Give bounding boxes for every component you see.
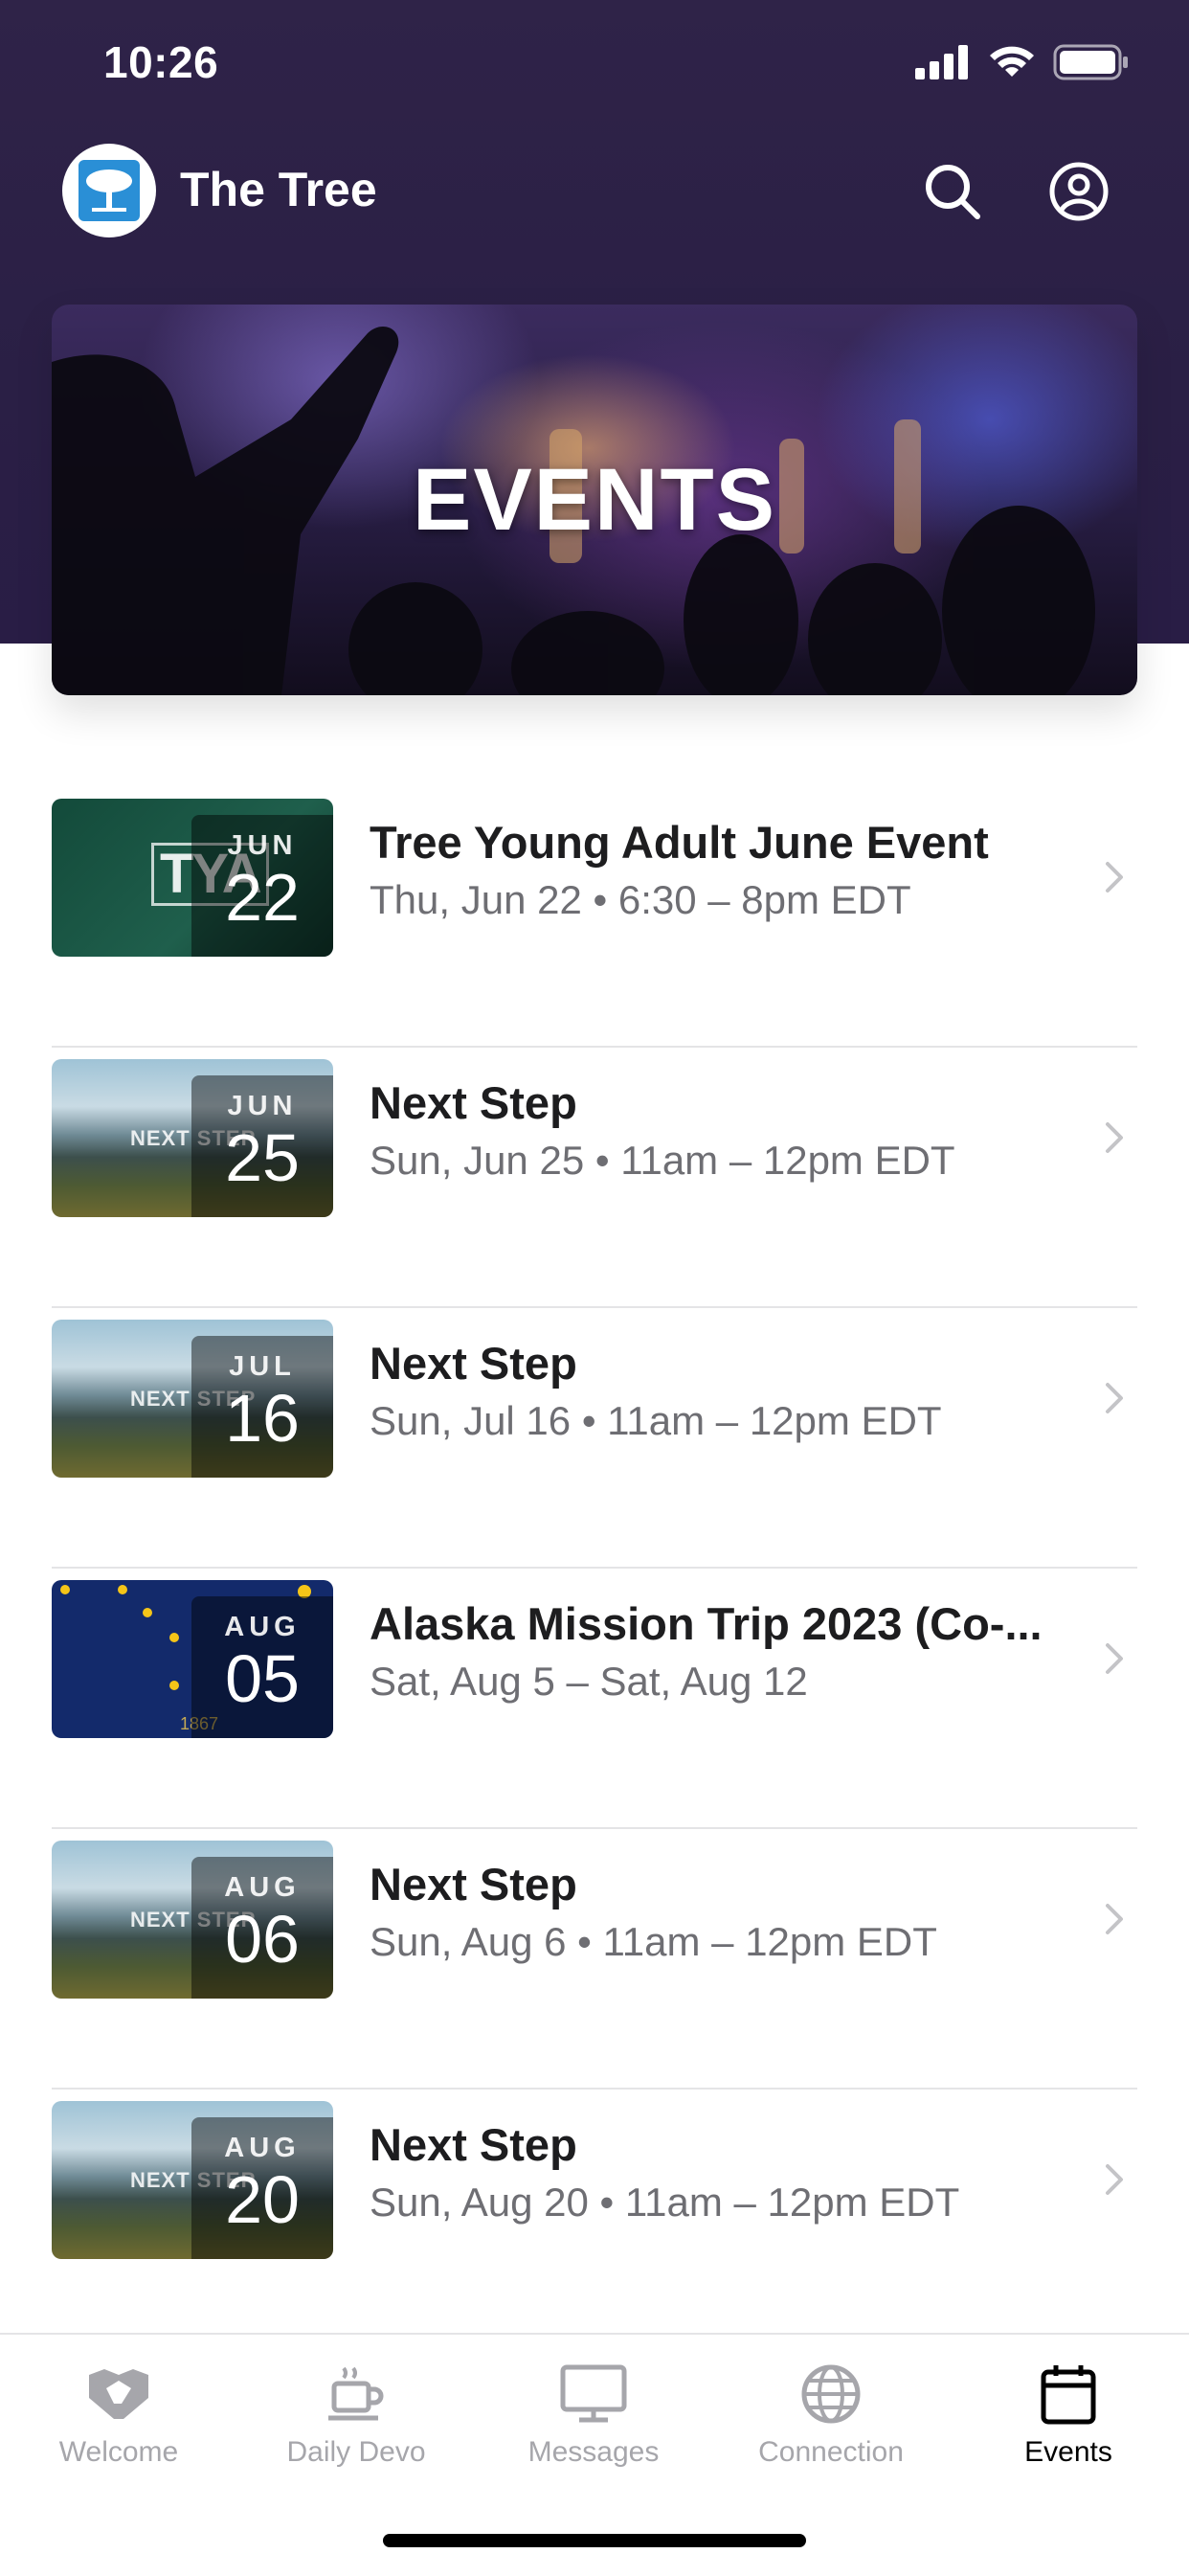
globe-icon — [801, 2364, 861, 2424]
event-thumbnail: TYA JUN 22 — [52, 799, 333, 957]
chevron-right-icon — [1106, 1904, 1123, 1934]
chevron-right-icon — [1106, 1643, 1123, 1674]
tab-label: Daily Devo — [286, 2436, 426, 2468]
event-thumbnail: NEXT STEP JUN 25 — [52, 1059, 333, 1217]
event-list: TYA JUN 22 Tree Young Adult June Event T… — [52, 787, 1137, 2350]
chevron-right-icon — [1106, 862, 1123, 893]
event-thumbnail: NEXT STEP AUG 20 — [52, 2101, 333, 2259]
event-day: 06 — [225, 1902, 300, 1977]
event-title: Next Step — [370, 1077, 577, 1128]
event-month: AUG — [224, 2133, 301, 2163]
chevron-right-icon — [1106, 2164, 1123, 2195]
event-thumbnail: NEXT STEP AUG 06 — [52, 1841, 333, 1999]
date-badge: AUG 05 — [191, 1596, 333, 1738]
wifi-icon — [990, 46, 1034, 77]
tab-label: Messages — [527, 2436, 660, 2468]
home-indicator — [383, 2534, 806, 2547]
tab-connection[interactable]: Connection — [712, 2356, 950, 2490]
status-time: 10:26 — [103, 37, 219, 87]
tab-label: Events — [1024, 2436, 1112, 2468]
cellular-signal-icon — [915, 45, 968, 79]
event-day: 25 — [225, 1120, 300, 1195]
profile-button[interactable] — [1045, 158, 1112, 225]
chevron-right-icon — [1106, 1383, 1123, 1413]
tab-messages[interactable]: Messages — [475, 2356, 712, 2490]
tree-logo-icon — [79, 160, 140, 221]
tab-events[interactable]: Events — [950, 2356, 1187, 2490]
event-datetime: Sun, Jul 16 • 11am – 12pm EDT — [370, 1398, 942, 1443]
monitor-icon — [560, 2364, 627, 2423]
event-row[interactable]: NEXT STEP AUG 06 Next Step Sun, Aug 6 • … — [52, 1829, 1137, 2090]
coffee-cup-icon — [328, 2366, 384, 2421]
tab-label: Connection — [758, 2436, 904, 2468]
event-datetime: Sun, Jun 25 • 11am – 12pm EDT — [370, 1138, 955, 1183]
event-thumbnail: NEXT STEP JUL 16 — [52, 1320, 333, 1478]
search-icon — [926, 165, 980, 219]
event-row[interactable]: 1867 AUG 05 Alaska Mission Trip 2023 (Co… — [52, 1569, 1137, 1829]
status-bar: 10:26 — [0, 0, 1189, 134]
events-hero-banner: EVENTS — [52, 305, 1137, 695]
event-day: 05 — [225, 1641, 300, 1716]
event-title: Next Step — [370, 2119, 577, 2170]
date-badge: AUG 20 — [191, 2117, 333, 2259]
event-day: 16 — [225, 1381, 300, 1456]
tab-daily-devo[interactable]: Daily Devo — [237, 2356, 475, 2490]
tab-welcome[interactable]: Welcome — [0, 2356, 237, 2490]
event-month: JUN — [227, 1091, 298, 1121]
date-badge: JUL 16 — [191, 1336, 333, 1478]
calendar-icon — [1041, 2365, 1096, 2425]
event-datetime: Sat, Aug 5 – Sat, Aug 12 — [370, 1659, 808, 1704]
event-month: JUN — [227, 830, 298, 861]
tab-label: Welcome — [58, 2436, 179, 2468]
date-badge: JUN 25 — [191, 1075, 333, 1217]
event-title: Tree Young Adult June Event — [370, 817, 989, 868]
battery-icon — [1053, 44, 1128, 80]
event-month: JUL — [229, 1351, 296, 1382]
event-row[interactable]: TYA JUN 22 Tree Young Adult June Event T… — [52, 787, 1137, 1048]
handshake-icon — [89, 2369, 148, 2419]
app-logo[interactable] — [62, 144, 156, 237]
app-title: The Tree — [180, 163, 377, 216]
event-month: AUG — [224, 1612, 301, 1642]
event-row[interactable]: NEXT STEP AUG 20 Next Step Sun, Aug 20 •… — [52, 2090, 1137, 2350]
date-badge: JUN 22 — [191, 815, 333, 957]
date-badge: AUG 06 — [191, 1857, 333, 1999]
app-bar: The Tree — [0, 139, 1189, 244]
event-title: Next Step — [370, 1859, 577, 1909]
event-datetime: Sun, Aug 20 • 11am – 12pm EDT — [370, 2180, 960, 2225]
status-icons — [915, 44, 1130, 80]
event-datetime: Sun, Aug 6 • 11am – 12pm EDT — [370, 1919, 937, 1964]
chevron-right-icon — [1106, 1122, 1123, 1153]
event-thumbnail: 1867 AUG 05 — [52, 1580, 333, 1738]
event-title: Next Step — [370, 1338, 577, 1389]
event-row[interactable]: NEXT STEP JUL 16 Next Step Sun, Jul 16 •… — [52, 1308, 1137, 1569]
event-day: 20 — [225, 2162, 300, 2237]
event-row[interactable]: NEXT STEP JUN 25 Next Step Sun, Jun 25 •… — [52, 1048, 1137, 1308]
event-month: AUG — [224, 1872, 301, 1903]
event-day: 22 — [225, 860, 300, 935]
hero-title: EVENTS — [412, 450, 777, 549]
event-title: Alaska Mission Trip 2023 (Co-... — [370, 1598, 1043, 1649]
event-datetime: Thu, Jun 22 • 6:30 – 8pm EDT — [370, 877, 911, 922]
profile-icon — [1049, 162, 1109, 221]
search-button[interactable] — [919, 158, 986, 225]
